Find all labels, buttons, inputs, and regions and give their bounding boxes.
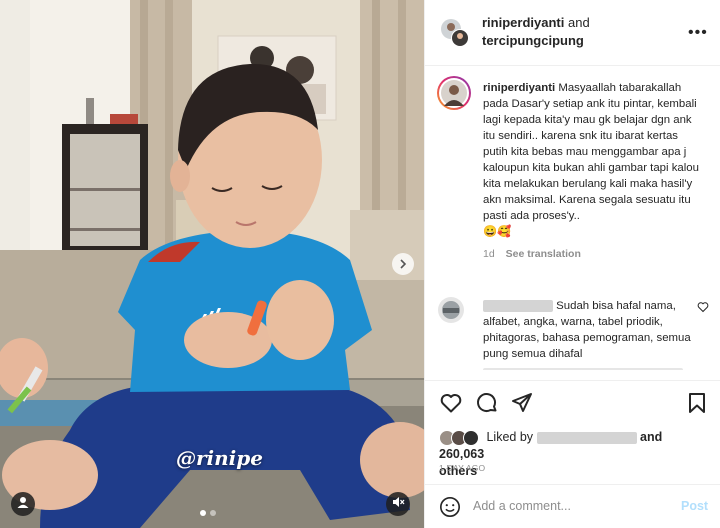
caption-text: Masyaallah tabarakallah pada Dasar'y set… [483,82,699,222]
share-button[interactable] [510,391,534,420]
comment-text-block: Sudah bisa hafal nama, alfabet, angka, w… [483,298,695,362]
caption-username-link[interactable]: riniperdiyanti [483,82,555,94]
caption-meta: 1d See translation [483,246,703,262]
save-button[interactable] [685,391,709,420]
caption-avatar[interactable] [437,76,471,110]
chevron-right-icon [398,256,408,272]
see-translation-link[interactable]: See translation [506,248,581,260]
comment-avatar[interactable] [437,296,465,324]
add-comment-bar: Post [425,484,720,528]
comment-button[interactable] [475,391,499,420]
emoji-picker-button[interactable] [439,496,461,523]
carousel-dot-active [200,510,206,516]
carousel-dot [210,510,216,516]
like-comment-button[interactable] [697,300,709,318]
redacted-username [483,299,553,312]
heart-icon [697,302,709,313]
caption-emojis: 😀🥰 [483,226,512,238]
post-side-panel: riniperdiyanti and tercipungcipung ••• r… [424,0,720,528]
comment-icon [477,393,497,412]
heart-icon [440,394,462,413]
comments-section[interactable]: riniperdiyanti Masyaallah tabarakallah p… [425,66,720,370]
post-header: riniperdiyanti and tercipungcipung ••• [425,0,720,66]
mute-button[interactable] [386,492,410,516]
next-media-button[interactable] [392,253,414,275]
carousel-indicator [200,510,216,516]
video-watermark: @rinipe [176,446,263,470]
comment-input[interactable] [473,495,663,517]
post-authors: riniperdiyanti and tercipungcipung [482,14,590,50]
redacted-liker-name [536,431,637,444]
bookmark-icon [689,393,705,413]
post-comment-button[interactable]: Post [681,499,708,513]
share-icon [512,393,532,412]
post-actions: Liked by and 260,063 others 1 DAY AGO [425,380,720,480]
redacted-text [483,368,683,370]
caption-text-block: riniperdiyanti Masyaallah tabarakallah p… [483,80,703,262]
liked-by-text: Liked by [486,430,534,444]
liker-avatars [439,429,479,446]
speaker-muted-icon [391,495,405,514]
caption-age: 1d [483,248,495,260]
post-media[interactable]: @rinipe [0,0,424,528]
coauthor-username-link[interactable]: tercipungcipung [482,33,584,48]
more-horizontal-icon: ••• [688,24,708,41]
author-username-link[interactable]: riniperdiyanti [482,15,564,30]
post-date: 1 DAY AGO [439,463,486,473]
user-icon [16,495,30,514]
like-button[interactable] [439,391,463,420]
smiley-icon [440,497,460,517]
and-text: and [567,15,590,30]
tagged-users-button[interactable] [11,492,35,516]
more-options-button[interactable]: ••• [688,24,708,42]
next-comment-preview [483,366,683,370]
avatar[interactable] [439,17,471,54]
